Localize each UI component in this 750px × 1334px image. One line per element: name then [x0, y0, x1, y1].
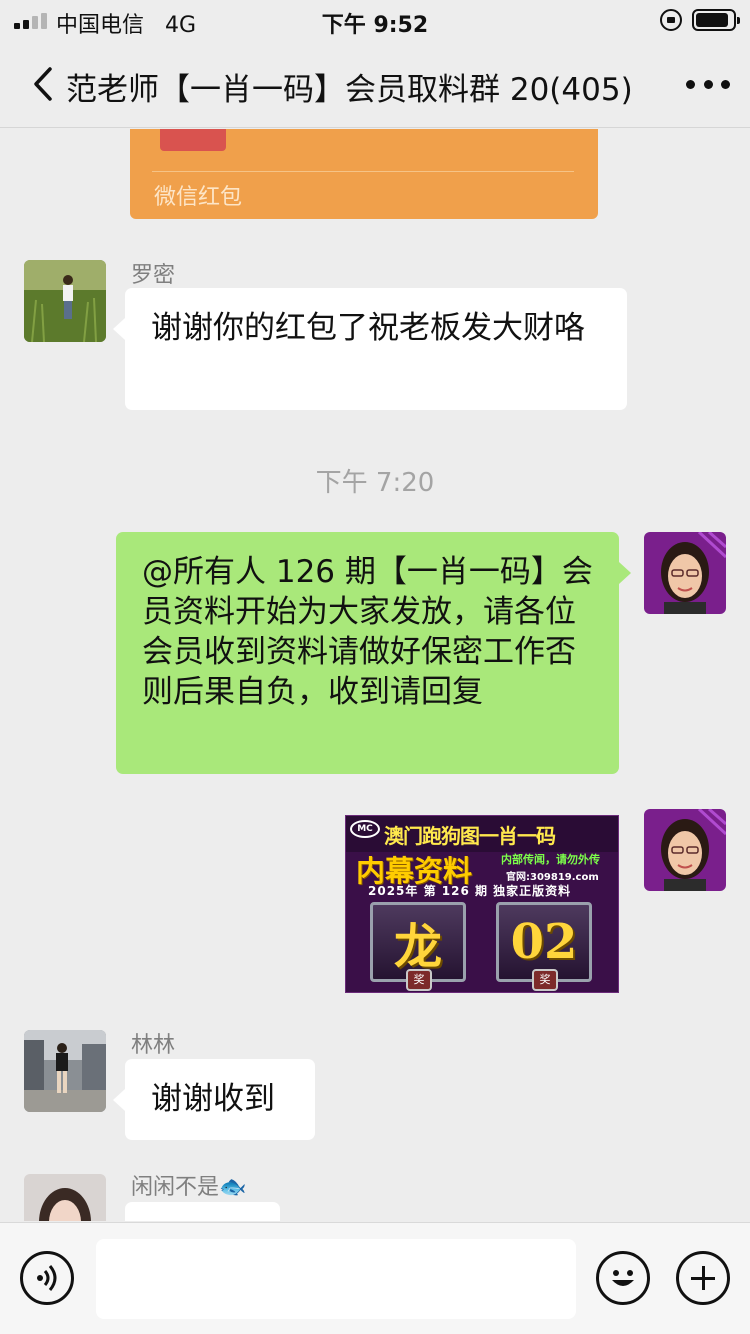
- seal-badge: 奖: [406, 969, 432, 991]
- image-title: 澳门跑狗图一肖一码: [384, 824, 556, 848]
- sender-name: 闲闲不是🐟: [131, 1175, 247, 1200]
- chevron-left-icon[interactable]: [30, 66, 60, 102]
- message-input[interactable]: [96, 1239, 576, 1319]
- red-packet-label: 微信红包: [154, 185, 243, 210]
- message-list[interactable]: 微信红包 罗密 谢谢你的红包了祝老板发大财咯 下午 7:20 @所有人 126 …: [0, 129, 750, 1221]
- chat-title: 范老师【一肖一码】会员取料群 20(405): [66, 72, 633, 108]
- message-text: @所有人 126 期【一肖一码】会员资料开始为大家发放，请各位会员收到资料请做好…: [142, 554, 593, 710]
- more-dots-icon[interactable]: [686, 70, 730, 98]
- message-bubble[interactable]: 谢谢收到: [113, 1059, 315, 1140]
- avatar-luomi[interactable]: [24, 260, 106, 342]
- zodiac-badge: 龙 奖: [370, 902, 466, 991]
- number-text: 02: [510, 914, 578, 970]
- avatar-xianxian[interactable]: [24, 1174, 106, 1221]
- number-badge: 02 奖: [496, 902, 592, 991]
- emoji-icon[interactable]: [596, 1251, 650, 1305]
- red-packet-icon: [160, 129, 226, 151]
- avatar-linlin[interactable]: [24, 1030, 106, 1112]
- status-bar: 中国电信 4G 下午 9:52: [0, 0, 750, 40]
- plus-icon[interactable]: [676, 1251, 730, 1305]
- sender-name: 罗密: [131, 263, 176, 288]
- message-bubble[interactable]: [125, 1202, 280, 1221]
- battery-icon: [692, 9, 740, 31]
- orientation-lock-icon: [660, 9, 682, 31]
- image-message[interactable]: MC 澳门跑狗图一肖一码 内幕资料 内部传闻，请勿外传 官网:309819.co…: [345, 815, 619, 993]
- message-bubble[interactable]: @所有人 126 期【一肖一码】会员资料开始为大家发放，请各位会员收到资料请做好…: [116, 532, 631, 774]
- message-text: 谢谢你的红包了祝老板发大财咯: [151, 310, 585, 346]
- image-slogan: 内部传闻，请勿外传: [501, 853, 600, 866]
- voice-icon[interactable]: [20, 1251, 74, 1305]
- seal-badge: 奖: [532, 969, 558, 991]
- message-bubble[interactable]: 谢谢你的红包了祝老板发大财咯: [113, 288, 627, 410]
- input-bar: [0, 1222, 750, 1334]
- message-timestamp: 下午 7:20: [315, 468, 435, 498]
- chat-header: 范老师【一肖一码】会员取料群 20(405): [0, 40, 750, 128]
- zodiac-text: 龙: [393, 919, 442, 975]
- avatar-self[interactable]: [644, 532, 726, 614]
- avatar-self[interactable]: [644, 809, 726, 891]
- brand-logo: MC: [350, 820, 380, 838]
- status-time: 下午 9:52: [321, 13, 429, 38]
- message-text: 谢谢收到: [151, 1081, 275, 1117]
- sender-name: 林林: [131, 1033, 176, 1058]
- image-site: 官网:309819.com: [506, 872, 599, 883]
- image-issue-line: 2025年 第 126 期 独家正版资料: [368, 884, 572, 898]
- red-packet-message[interactable]: 微信红包: [130, 129, 598, 219]
